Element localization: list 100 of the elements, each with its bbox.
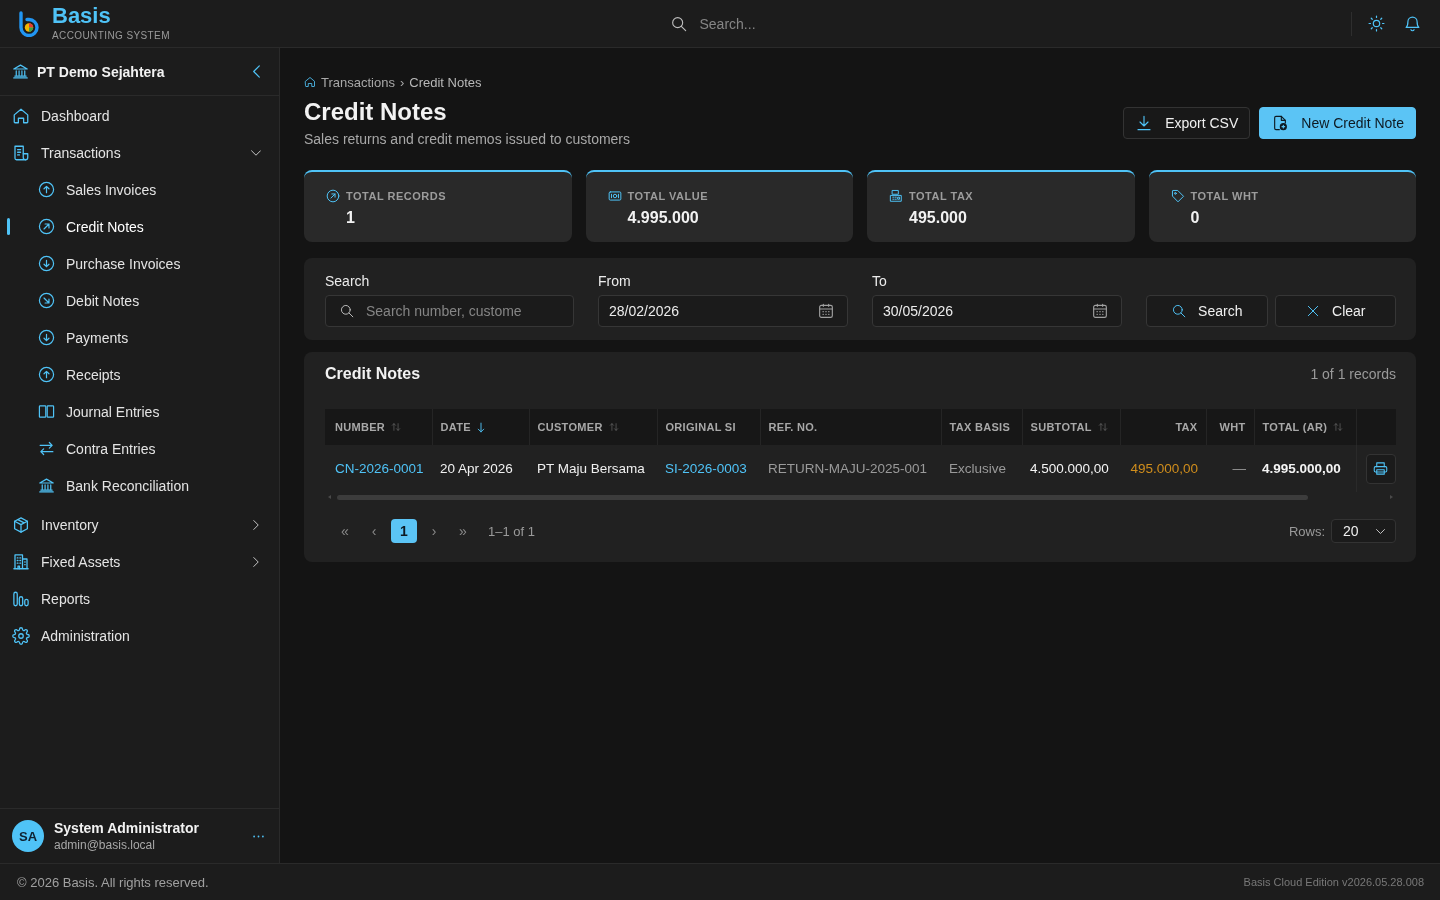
user-email: admin@basis.local xyxy=(54,838,156,852)
user-name: System Administrator xyxy=(54,820,200,836)
link[interactable]: CN-2026-0001 xyxy=(335,461,424,476)
export-button[interactable]: Export CSV xyxy=(1123,107,1251,139)
field-label: From xyxy=(598,272,632,290)
arrow-down-circle-icon xyxy=(38,255,55,272)
table-cell: 4.500.000,00 xyxy=(1022,445,1120,492)
banknote-icon xyxy=(607,189,622,203)
copyright-text: © 2026 Basis. All rights reserved. xyxy=(17,874,209,890)
search-icon xyxy=(340,304,354,318)
sidebar-item[interactable]: Bank Reconciliation xyxy=(0,467,279,504)
brand-name: Basis xyxy=(52,5,112,27)
rows-per-page-select[interactable]: 20 xyxy=(1331,519,1396,543)
chevron-left-icon xyxy=(252,65,260,78)
home-icon xyxy=(12,106,30,125)
next-page-button[interactable]: › xyxy=(422,519,446,543)
search-field[interactable]: Search... xyxy=(699,15,950,32)
field-label: Search xyxy=(325,272,371,290)
stat-value: 0 xyxy=(1190,208,1200,228)
sidebar-item[interactable]: Purchase Invoices xyxy=(0,245,279,282)
stat-value: 495.000 xyxy=(909,208,967,228)
table-cell: 495.000,00 xyxy=(1120,445,1206,492)
column-header[interactable]: TOTAL (AR) xyxy=(1254,409,1356,445)
arrow-up-right-circle-icon xyxy=(326,189,340,203)
previous-page-button[interactable]: ‹ xyxy=(362,519,386,543)
bank-icon xyxy=(12,63,29,80)
version-text: Basis Cloud Edition v2026.05.28.008 xyxy=(1243,876,1424,888)
search-button[interactable]: Search xyxy=(1146,295,1268,327)
sidebar-item[interactable]: Dashboard xyxy=(0,97,279,134)
table-cell: PT Maju Bersama xyxy=(529,445,657,492)
rows-label: Rows: xyxy=(1288,523,1325,539)
stat-label: TOTAL WHT xyxy=(1190,190,1259,202)
sidebar-item[interactable]: Journal Entries xyxy=(0,393,279,430)
sun-icon xyxy=(1367,15,1385,32)
avatar: SA xyxy=(12,820,44,852)
bank-icon xyxy=(38,477,55,494)
cash-register-icon xyxy=(889,189,903,203)
page-subtitle: Sales returns and credit memos issued to customers xyxy=(304,130,631,148)
cube-icon xyxy=(12,515,30,534)
home-icon xyxy=(304,76,316,88)
page-button[interactable]: 1 xyxy=(391,519,417,543)
column-header[interactable]: DATE xyxy=(432,409,529,445)
search-icon xyxy=(670,15,687,32)
pagination-summary: 1–1 of 1 xyxy=(488,523,535,539)
download-icon xyxy=(1136,115,1153,131)
breadcrumb-separator: › xyxy=(399,74,405,90)
stat-label: TOTAL VALUE xyxy=(627,190,708,202)
tag-icon xyxy=(1170,189,1185,203)
column-header: TAX BASIS xyxy=(941,409,1022,445)
field-label: To xyxy=(872,272,888,290)
table-cell: 4.995.000,00 xyxy=(1254,445,1356,492)
column-header[interactable]: NUMBER xyxy=(325,409,432,445)
sidebar-item[interactable]: Inventory xyxy=(0,506,279,543)
printer-icon xyxy=(1373,461,1388,476)
sidebar-item[interactable]: Fixed Assets xyxy=(0,543,279,580)
page-title: Credit Notes xyxy=(304,98,448,126)
building-icon xyxy=(12,552,30,571)
breadcrumb-current: Credit Notes xyxy=(409,74,482,90)
sidebar-item[interactable]: Reports xyxy=(0,580,279,617)
first-page-button[interactable]: « xyxy=(333,519,357,543)
file-plus-icon xyxy=(1272,115,1289,131)
column-header[interactable]: CUSTOMER xyxy=(529,409,657,445)
table-title: Credit Notes xyxy=(325,364,421,384)
sidebar-item[interactable]: Payments xyxy=(0,319,279,356)
date-field[interactable]: 28/02/2026 xyxy=(598,295,848,327)
sidebar-item[interactable]: Administration xyxy=(0,617,279,654)
breadcrumb-link[interactable]: Transactions xyxy=(321,74,395,90)
arrow-up-circle-icon xyxy=(38,181,55,198)
sidebar-item[interactable]: Transactions xyxy=(0,134,279,171)
sidebar-item[interactable]: Receipts xyxy=(0,356,279,393)
sidebar-item[interactable]: Debit Notes xyxy=(0,282,279,319)
close-icon xyxy=(1306,304,1320,318)
last-page-button[interactable]: » xyxy=(451,519,475,543)
logo-icon xyxy=(18,10,40,37)
document-icon xyxy=(12,143,30,162)
arrow-up-right-circle-icon xyxy=(38,218,55,235)
stat-label: TOTAL TAX xyxy=(909,190,974,202)
sidebar-item[interactable]: Contra Entries xyxy=(0,430,279,467)
table-cell: RETURN-MAJU-2025-001 xyxy=(760,445,941,492)
calendar-icon xyxy=(1092,303,1108,319)
link[interactable]: SI-2026-0003 xyxy=(665,461,747,476)
column-header: REF. NO. xyxy=(760,409,941,445)
sidebar-item[interactable]: Credit Notes xyxy=(0,208,279,245)
new-credit-note-button[interactable]: New Credit Note xyxy=(1259,107,1416,139)
print-button[interactable] xyxy=(1365,453,1396,484)
chevron-down-icon xyxy=(1376,528,1385,534)
stat-value: 1 xyxy=(346,208,355,228)
arrow-down-right-circle-icon xyxy=(38,292,55,309)
record-count: 1 of 1 records xyxy=(1310,366,1396,382)
clear-button[interactable]: Clear xyxy=(1274,295,1396,327)
search-field[interactable]: Search number, custome xyxy=(325,295,574,327)
column-header: WHT xyxy=(1206,409,1254,445)
column-header[interactable]: SUBTOTAL xyxy=(1022,409,1120,445)
company-name: PT Demo Sejahtera xyxy=(37,63,166,80)
column-header: ORIGINAL SI xyxy=(657,409,760,445)
stat-label: TOTAL RECORDS xyxy=(346,190,446,202)
search-icon xyxy=(1172,304,1187,318)
sidebar-item[interactable]: Sales Invoices xyxy=(0,171,279,208)
date-field[interactable]: 30/05/2026 xyxy=(872,295,1122,327)
arrow-up-circle-icon xyxy=(38,366,55,383)
